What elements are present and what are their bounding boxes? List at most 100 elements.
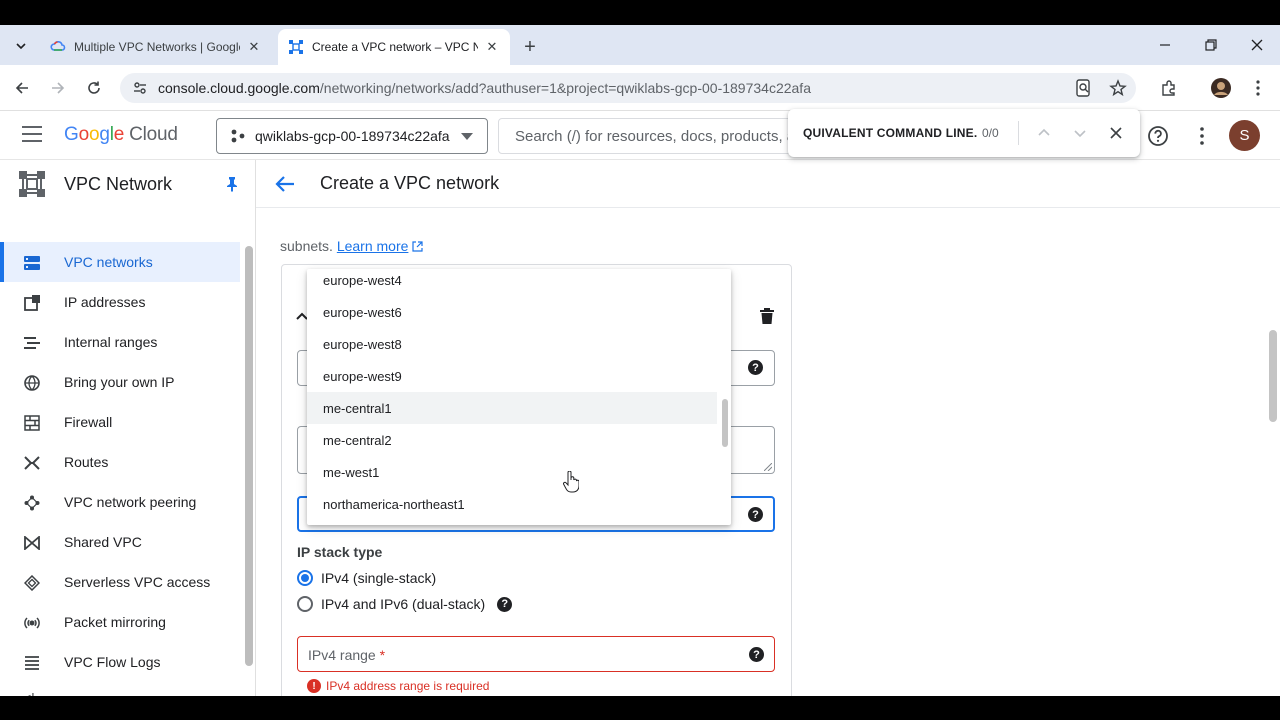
region-dropdown-list: europe-west4 europe-west6 europe-west8 e… <box>307 269 731 525</box>
console-search-input[interactable]: Search (/) for resources, docs, products… <box>498 118 798 154</box>
restore-icon <box>1205 39 1217 51</box>
find-close-button[interactable] <box>1104 121 1128 145</box>
tab-strip: Multiple VPC Networks | Google ✕ Create … <box>0 25 1280 65</box>
error-icon: ! <box>307 679 321 693</box>
close-window-button[interactable] <box>1242 33 1272 57</box>
logo-cloud: Cloud <box>129 124 178 145</box>
find-bar: QUIVALENT COMMAND LINE. 0/0 <box>788 109 1140 157</box>
tab-create-vpc[interactable]: Create a VPC network – VPC Ne ✕ <box>278 29 510 65</box>
region-option[interactable]: europe-west9 <box>307 360 717 392</box>
vpc-network-favicon-icon <box>289 40 303 54</box>
help-icon[interactable]: ? <box>748 507 763 522</box>
extensions-button[interactable] <box>1156 75 1182 101</box>
shared-vpc-icon <box>23 534 41 552</box>
browser-window: Multiple VPC Networks | Google ✕ Create … <box>0 25 1280 696</box>
radio-label: IPv4 (single-stack) <box>321 570 437 586</box>
caret-down-icon <box>461 133 473 140</box>
account-avatar[interactable]: S <box>1229 120 1260 151</box>
region-option[interactable]: me-central2 <box>307 424 717 456</box>
ip-addresses-icon <box>23 294 41 312</box>
region-option[interactable]: northamerica-northeast1 <box>307 488 717 520</box>
region-option[interactable]: me-west1 <box>307 456 717 488</box>
sidebar-item-internal-ranges[interactable]: Internal ranges <box>0 322 240 362</box>
sidebar-item-vpc-networks[interactable]: VPC networks <box>0 242 240 282</box>
restore-button[interactable] <box>1196 33 1226 57</box>
site-settings-icon[interactable] <box>130 78 150 98</box>
ipv4-range-label: IPv4 range <box>308 647 376 663</box>
minimize-button[interactable] <box>1150 33 1180 57</box>
sidebar-item-firewall[interactable]: Firewall <box>0 402 240 442</box>
find-query-input[interactable]: QUIVALENT COMMAND LINE. <box>803 126 977 140</box>
sidebar-item-shared-vpc[interactable]: Shared VPC <box>0 522 240 562</box>
browser-menu-button[interactable] <box>1245 75 1271 101</box>
collapse-sidebar-icon[interactable]: <| <box>23 690 35 696</box>
firewall-icon <box>23 414 41 432</box>
sidebar-item-label: Bring your own IP <box>64 374 175 390</box>
close-icon <box>1110 127 1122 139</box>
close-icon <box>1251 39 1263 51</box>
ipv4-range-placeholder: IPv4 range * <box>308 647 385 663</box>
learn-more-label: Learn more <box>336 238 409 254</box>
google-cloud-favicon-icon <box>50 41 66 51</box>
back-arrow-icon[interactable] <box>274 174 296 194</box>
tab-multiple-vpc[interactable]: Multiple VPC Networks | Google ✕ <box>40 29 272 65</box>
radio-unchecked-icon[interactable] <box>297 596 313 612</box>
help-icon[interactable]: ? <box>749 647 764 662</box>
sidebar-item-serverless-vpc-access[interactable]: Serverless VPC access <box>0 562 240 602</box>
help-icon[interactable]: ? <box>748 360 763 375</box>
tab-search-button[interactable] <box>8 33 34 59</box>
bookmark-star-icon[interactable] <box>1106 76 1130 100</box>
forward-button[interactable] <box>45 75 71 101</box>
region-option-hovered[interactable]: me-central1 <box>307 392 717 424</box>
find-next-button[interactable] <box>1068 121 1092 145</box>
main-menu-icon[interactable] <box>22 126 46 146</box>
help-circle-icon[interactable] <box>1146 124 1170 148</box>
sidebar-item-label: VPC network peering <box>64 494 197 510</box>
url-text: console.cloud.google.com/networking/netw… <box>158 80 811 96</box>
learn-more-link[interactable]: Learn more <box>337 238 409 254</box>
radio-ipv4-ipv6-dual-stack[interactable]: IPv4 and IPv6 (dual-stack) ? <box>297 596 513 612</box>
sidebar-item-vpc-flow-logs[interactable]: VPC Flow Logs <box>0 642 240 682</box>
new-tab-button[interactable]: + <box>518 35 542 59</box>
ip-stack-type-label: IP stack type <box>297 544 383 560</box>
pin-icon[interactable] <box>224 176 240 192</box>
region-option[interactable]: europe-west4 <box>307 269 717 296</box>
project-picker[interactable]: qwiklabs-gcp-00-189734c22afa <box>216 118 488 154</box>
sidebar-item-vpc-network-peering[interactable]: VPC network peering <box>0 482 240 522</box>
back-button[interactable] <box>9 75 35 101</box>
arrow-left-icon <box>15 82 28 94</box>
address-bar[interactable]: console.cloud.google.com/networking/netw… <box>120 73 1136 103</box>
more-vert-icon <box>1256 80 1260 96</box>
page-header: Create a VPC network <box>256 160 1280 208</box>
sidebar-item-label: Packet mirroring <box>64 614 166 630</box>
more-vert-icon[interactable] <box>1190 124 1214 148</box>
sidebar-item-routes[interactable]: Routes <box>0 442 240 482</box>
hand-cursor-icon <box>563 471 579 493</box>
sidebar-item-label: Serverless VPC access <box>64 574 211 590</box>
main-scrollbar[interactable] <box>1269 330 1277 422</box>
sidebar-item-bring-your-own-ip[interactable]: Bring your own IP <box>0 362 240 402</box>
close-icon[interactable]: ✕ <box>246 39 262 55</box>
sidebar-item-label: Firewall <box>64 414 113 430</box>
region-option[interactable]: europe-west8 <box>307 328 717 360</box>
reload-button[interactable] <box>81 75 107 101</box>
help-icon[interactable]: ? <box>497 596 513 612</box>
sidebar-item-ip-addresses[interactable]: IP addresses <box>0 282 240 322</box>
sidebar-item-packet-mirroring[interactable]: Packet mirroring <box>0 602 240 642</box>
dropdown-scrollbar[interactable] <box>722 399 728 447</box>
profile-button[interactable] <box>1208 75 1234 101</box>
logo-google: Google <box>64 124 125 145</box>
sidebar: VPC Network VPC networks IP addresses In… <box>0 160 256 696</box>
radio-ipv4-single-stack[interactable]: IPv4 (single-stack) <box>297 570 436 586</box>
google-cloud-logo[interactable]: Google Cloud <box>64 124 178 146</box>
region-option[interactable]: europe-west6 <box>307 296 717 328</box>
radio-checked-icon[interactable] <box>297 570 313 586</box>
browser-toolbar: console.cloud.google.com/networking/netw… <box>0 65 1280 111</box>
sidebar-scrollbar[interactable] <box>245 246 253 666</box>
ipv4-range-input[interactable]: IPv4 range * ? <box>297 636 775 672</box>
find-in-page-icon[interactable] <box>1072 76 1096 100</box>
serverless-icon <box>23 574 41 592</box>
find-previous-button[interactable] <box>1032 121 1056 145</box>
delete-icon[interactable] <box>760 308 774 324</box>
close-icon[interactable]: ✕ <box>484 39 500 55</box>
